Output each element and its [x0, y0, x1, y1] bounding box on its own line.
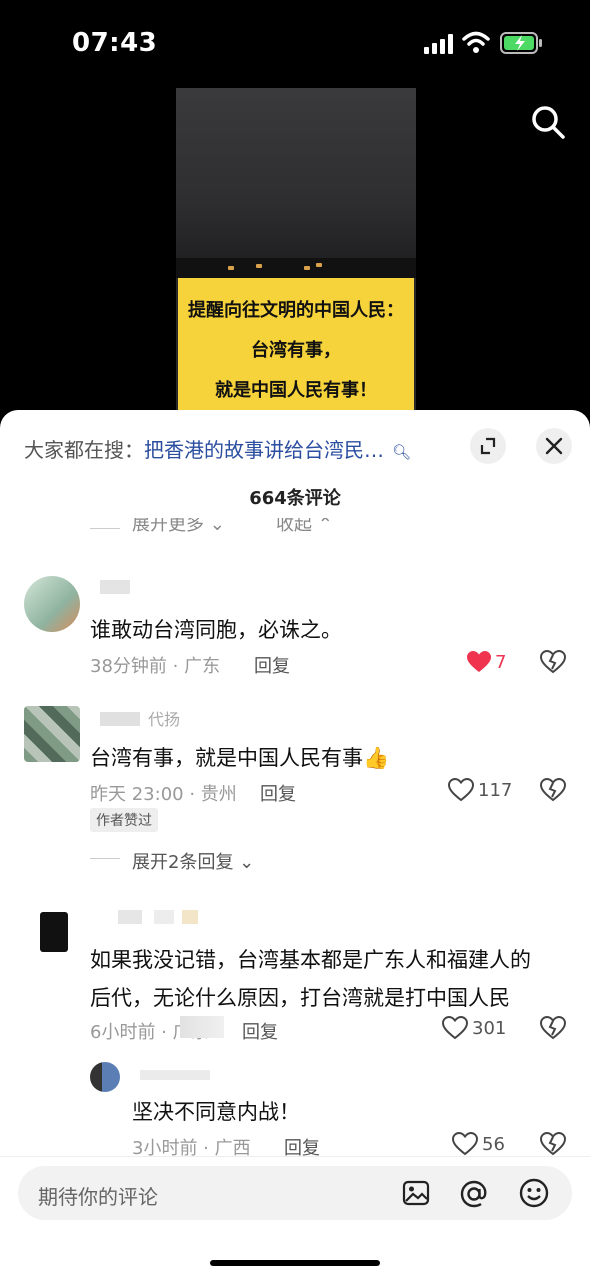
- hot-search-query[interactable]: 把香港的故事讲给台湾民…: [144, 438, 384, 462]
- reply-text: 坚决不同意内战！: [132, 1100, 300, 1124]
- comment-text-line-2: 后代，无论什么原因，打台湾就是打中国人民: [90, 986, 510, 1010]
- city-skyline: [176, 258, 416, 278]
- avatar[interactable]: [90, 1062, 120, 1092]
- expand-icon: [480, 437, 496, 455]
- image-icon[interactable]: [402, 1179, 430, 1207]
- dislike-icon[interactable]: [540, 650, 566, 674]
- caption-line-1: 提醒向往文明的中国人民：: [188, 300, 404, 321]
- reply-button[interactable]: 回复: [254, 652, 290, 678]
- mention-icon[interactable]: [458, 1178, 490, 1210]
- username-obscured[interactable]: [140, 1070, 210, 1080]
- avatar[interactable]: [24, 576, 80, 632]
- reply-button[interactable]: 回复: [242, 1018, 278, 1044]
- comment-text: 台湾有事，就是中国人民有事👍: [90, 746, 390, 770]
- dislike-icon[interactable]: [540, 778, 566, 802]
- wifi-icon: [462, 31, 490, 53]
- status-bar: 07:43: [0, 0, 590, 88]
- divider-line: [90, 528, 120, 529]
- username-obscured[interactable]: [100, 580, 130, 594]
- username-obscured[interactable]: [118, 910, 198, 924]
- avatar[interactable]: [24, 706, 80, 762]
- status-time: 07:43: [72, 28, 158, 58]
- comment-input-placeholder[interactable]: 期待你的评论: [38, 1181, 158, 1210]
- caption-line-3: 就是中国人民有事！: [215, 380, 377, 401]
- signal-icon: [424, 34, 453, 54]
- like-count: 301: [472, 1018, 507, 1039]
- hot-search-prefix: 大家都在搜：: [24, 438, 144, 462]
- comment-input[interactable]: 期待你的评论: [18, 1166, 572, 1220]
- caption-line-2: 台湾有事，: [251, 340, 341, 361]
- video-player[interactable]: 提醒向往文明的中国人民： 台湾有事， 就是中国人民有事！: [176, 88, 416, 418]
- comment-text: 谁敢动台湾同胞，必诛之。: [90, 618, 342, 642]
- comment-meta: 38分钟前 · 广东: [90, 656, 221, 677]
- username-fragment[interactable]: 代扬: [148, 706, 180, 730]
- close-icon: [545, 437, 563, 455]
- city-light: [256, 264, 262, 268]
- heart-icon[interactable]: [442, 1016, 468, 1040]
- heart-icon[interactable]: [448, 778, 474, 802]
- input-divider: [0, 1156, 590, 1157]
- close-button[interactable]: [536, 428, 572, 464]
- city-light: [316, 263, 322, 267]
- heart-icon[interactable]: [452, 1132, 478, 1156]
- like-count: 56: [482, 1134, 505, 1155]
- video-caption: 提醒向往文明的中国人民： 台湾有事， 就是中国人民有事！: [178, 278, 414, 418]
- reply-button[interactable]: 回复: [260, 780, 296, 806]
- comment-sheet: 大家都在搜：把香港的故事讲给台湾民… 🔍︎ 664条评论 展开更多 ⌄ 收起 ⌃ …: [0, 410, 590, 1280]
- location-obscured: [180, 1016, 224, 1038]
- prev-collapse[interactable]: 收起 ⌃: [276, 518, 333, 534]
- battery-icon: [500, 32, 542, 54]
- home-indicator: [210, 1260, 380, 1266]
- prev-expand-more[interactable]: 展开更多 ⌄: [132, 518, 225, 534]
- dislike-icon[interactable]: [540, 1016, 566, 1040]
- heart-filled-icon[interactable]: [466, 650, 492, 674]
- avatar[interactable]: [24, 904, 80, 960]
- comment-text-line-1: 如果我没记错，台湾基本都是广东人和福建人的: [90, 948, 531, 972]
- hot-search[interactable]: 大家都在搜：把香港的故事讲给台湾民… 🔍︎: [24, 434, 411, 463]
- video-background: [176, 88, 416, 278]
- divider-line: [90, 858, 120, 859]
- expand-replies-button[interactable]: 展开2条回复 ⌄: [132, 848, 254, 874]
- username-obscured[interactable]: [100, 712, 140, 726]
- like-count: 7: [495, 652, 507, 673]
- city-light: [228, 266, 234, 270]
- author-liked-badge: 作者赞过: [90, 808, 158, 832]
- expand-sheet-button[interactable]: [470, 428, 506, 464]
- like-count: 117: [478, 780, 513, 801]
- city-light: [304, 266, 310, 270]
- emoji-icon[interactable]: [518, 1177, 550, 1209]
- comment-count: 664条评论: [249, 488, 341, 509]
- dislike-icon[interactable]: [540, 1132, 566, 1156]
- search-icon[interactable]: [530, 104, 566, 140]
- search-small-icon: 🔍︎: [392, 443, 412, 461]
- comment-meta: 昨天 23:00 · 贵州: [90, 784, 237, 805]
